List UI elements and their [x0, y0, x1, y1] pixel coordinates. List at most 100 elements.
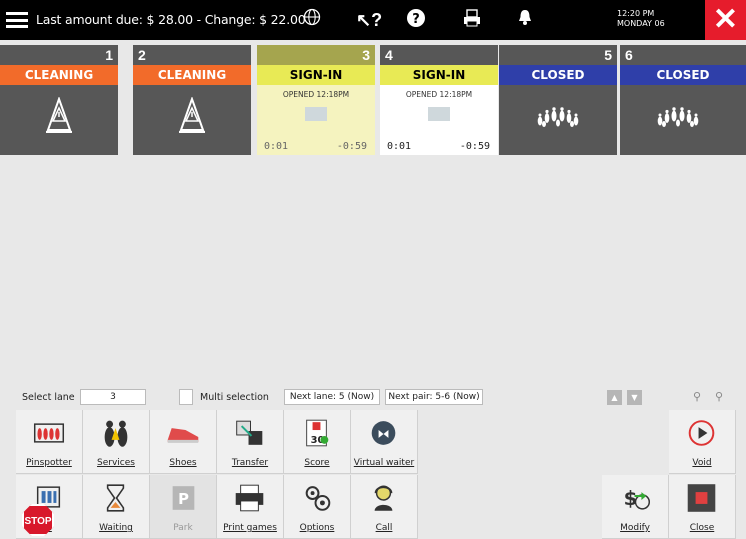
lane-control-bar: Select lane 3 Multi selection Next lane:… — [0, 387, 746, 409]
wet-floor-sign-icon — [46, 97, 72, 133]
multi-selection-checkbox[interactable] — [179, 389, 193, 405]
select-lane-label: Select lane — [22, 392, 75, 403]
stop-square-icon — [687, 484, 716, 512]
pinspotter-icon — [33, 423, 65, 443]
park-label: Park — [173, 523, 193, 533]
zoom-out-icon[interactable]: ⚲ — [693, 390, 701, 403]
call-button[interactable]: Call — [351, 475, 418, 539]
next-pair-button[interactable]: Next pair: 5-6 (Now) — [385, 389, 483, 405]
bowling-pins-icon — [657, 107, 699, 127]
svg-text:P: P — [178, 491, 189, 508]
lane-card-5[interactable]: 5 CLOSED — [499, 45, 617, 155]
lane-status: CLEANING — [0, 65, 118, 85]
score-button[interactable]: 30 Score — [284, 410, 351, 474]
screen-icon — [305, 107, 327, 121]
modify-payment-icon: $ — [624, 487, 651, 510]
zoom-in-icon[interactable]: ⚲ — [715, 390, 723, 403]
scroll-down-button[interactable]: ▼ — [627, 390, 642, 405]
lane-number: 4 — [385, 47, 393, 63]
lane-header: 4 — [380, 45, 498, 65]
help-icon[interactable]: ? — [405, 8, 427, 32]
lane-header: 5 — [499, 45, 617, 65]
close-label: Close — [689, 523, 715, 533]
lane-status: CLEANING — [133, 65, 251, 85]
opened-time: OPENED 12:18PM — [405, 90, 473, 99]
opened-time: OPENED 12:18PM — [282, 90, 350, 99]
lane-card-2[interactable]: 2 CLEANING — [133, 45, 251, 155]
pinspotter-label: Pinspotter — [26, 458, 72, 468]
lane-status: SIGN-IN — [257, 65, 375, 85]
services-button[interactable]: Services — [83, 410, 150, 474]
lane-status: SIGN-IN — [380, 65, 498, 85]
lane-card-1[interactable]: 1 CLEANING — [0, 45, 118, 155]
close-lane-button[interactable]: Close — [669, 475, 736, 539]
print-games-button[interactable]: Print games — [217, 475, 284, 539]
headset-icon — [374, 485, 393, 511]
next-lane-button[interactable]: Next lane: 5 (Now) — [284, 389, 380, 405]
clock-day: MONDAY 06 — [617, 19, 665, 28]
chevron-up-icon: ▲ — [611, 393, 618, 402]
transfer-icon — [236, 420, 263, 445]
lane-body — [0, 85, 118, 155]
shoes-button[interactable]: Shoes — [150, 410, 217, 474]
screen-icon — [428, 107, 450, 121]
modify-label: Modify — [620, 523, 650, 533]
lane-body — [620, 85, 746, 155]
lane-number: 5 — [604, 47, 612, 63]
scroll-up-button[interactable]: ▲ — [607, 390, 622, 405]
virtual-waiter-button[interactable]: Virtual waiter — [351, 410, 418, 474]
waiting-button[interactable]: Waiting — [83, 475, 150, 539]
lane-card-4[interactable]: 4 SIGN-IN OPENED 12:18PM 0:01 -0:59 — [380, 45, 498, 155]
remaining-time: -0:59 — [336, 141, 367, 152]
pinspotter-button[interactable]: Pinspotter — [16, 410, 83, 474]
bell-icon[interactable] — [514, 8, 536, 32]
void-label: Void — [692, 458, 712, 468]
elapsed-time: 0:01 — [264, 141, 289, 152]
top-bar: Last amount due: $ 28.00 - Change: $ 22.… — [0, 0, 746, 40]
last-amount-text: Last amount due: $ 28.00 - Change: $ 22.… — [36, 12, 306, 27]
park-button[interactable]: P Park — [150, 475, 217, 539]
call-label: Call — [375, 523, 393, 533]
services-icon — [104, 420, 128, 447]
lane-number: 2 — [138, 47, 146, 63]
printer-icon — [235, 484, 264, 512]
waiter-icon — [371, 421, 396, 445]
elapsed-time: 0:01 — [387, 141, 412, 152]
score-icon: 30 — [306, 419, 329, 447]
waiting-label: Waiting — [99, 523, 133, 533]
lane-status: CLOSED — [499, 65, 617, 85]
lane-card-3[interactable]: 3 SIGN-IN OPENED 12:18PM 0:01 -0:59 — [257, 45, 375, 155]
printer-icon[interactable] — [461, 8, 483, 32]
transfer-button[interactable]: Transfer — [217, 410, 284, 474]
pinspotter-e-icon — [36, 486, 61, 508]
modify-button[interactable]: $ Modify — [602, 475, 669, 539]
transfer-label: Transfer — [231, 458, 269, 468]
lane-header: 1 — [0, 45, 118, 65]
pointer-help-icon[interactable]: ↖? — [356, 8, 382, 32]
menu-icon[interactable] — [6, 12, 28, 28]
globe-icon[interactable] — [302, 8, 322, 32]
lane-card-6[interactable]: 6 CLOSED — [620, 45, 746, 155]
parking-icon: P — [172, 486, 195, 510]
close-icon: ✕ — [712, 3, 739, 36]
lane-number: 6 — [625, 47, 633, 63]
void-button[interactable]: Void — [669, 410, 736, 474]
lane-body: OPENED 12:18PM 0:01 -0:59 — [257, 85, 375, 155]
void-icon — [688, 420, 715, 446]
chevron-down-icon: ▼ — [631, 393, 638, 402]
hourglass-icon — [106, 484, 125, 512]
svg-text:$: $ — [624, 487, 638, 510]
virtual-waiter-label: Virtual waiter — [353, 458, 415, 468]
lane-body — [133, 85, 251, 155]
lane-header: 3 — [257, 45, 375, 65]
lane-header: 2 — [133, 45, 251, 65]
clock: 12:20 PM MONDAY 06 — [617, 9, 665, 29]
options-button[interactable]: Options — [284, 475, 351, 539]
options-label: Options — [299, 523, 335, 533]
select-lane-input[interactable]: 3 — [80, 389, 146, 405]
shoe-icon — [167, 428, 199, 443]
close-button[interactable]: ✕ — [705, 0, 746, 40]
bowling-pins-icon — [537, 107, 579, 127]
gears-icon — [305, 486, 331, 511]
score-label: Score — [304, 458, 330, 468]
